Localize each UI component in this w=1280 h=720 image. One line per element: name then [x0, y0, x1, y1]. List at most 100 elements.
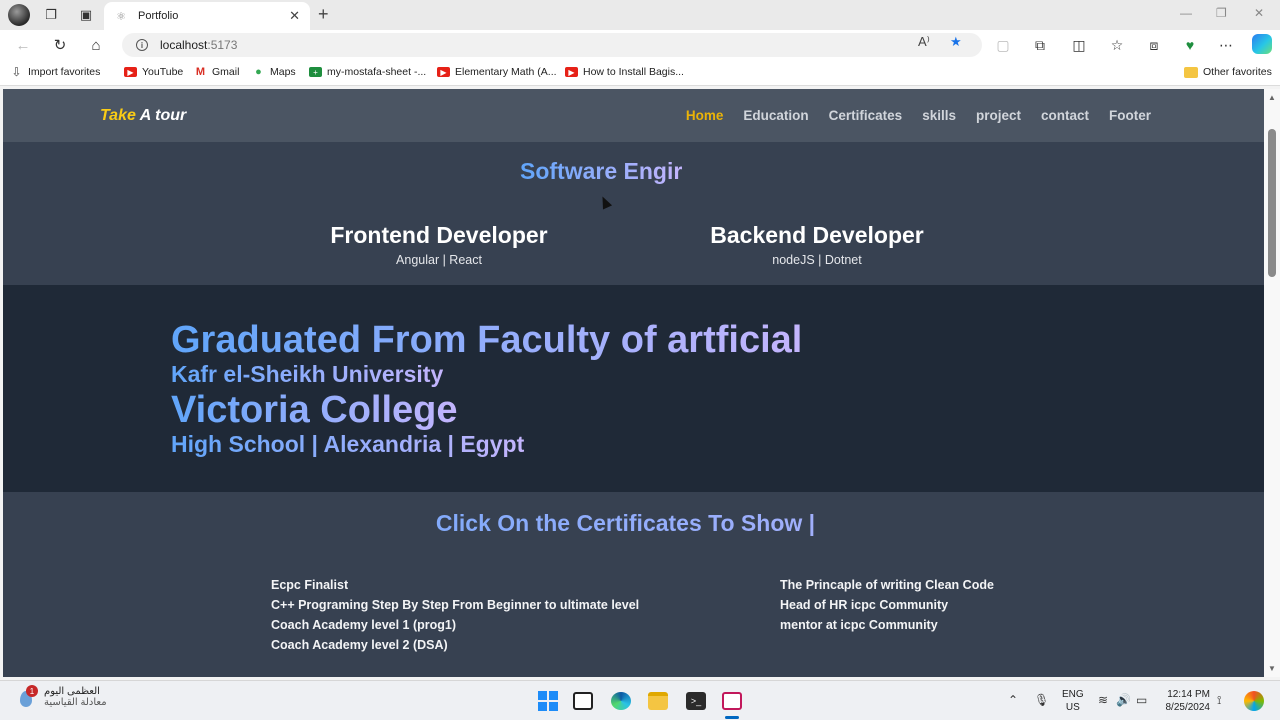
- education-section: Graduated From Faculty of artficial Kafr…: [3, 285, 1264, 492]
- volume-icon[interactable]: 🔊: [1116, 693, 1131, 707]
- active-app-indicator: [725, 716, 739, 719]
- sheets-icon: +: [309, 67, 322, 77]
- taskbar-terminal[interactable]: >_: [684, 689, 708, 713]
- taskbar-file-explorer[interactable]: [646, 689, 670, 713]
- folder-icon: [648, 692, 668, 710]
- scroll-down-icon[interactable]: ▼: [1268, 664, 1276, 673]
- task-view-icon: [573, 692, 593, 710]
- role-title: Frontend Developer: [330, 222, 548, 248]
- start-button[interactable]: [536, 689, 560, 713]
- weather-icon: 1: [16, 685, 38, 709]
- browser-essentials-icon[interactable]: ♥: [1180, 36, 1200, 54]
- vertical-tabs-icon[interactable]: ▣: [75, 5, 97, 25]
- copilot-taskbar-icon[interactable]: [1244, 691, 1264, 711]
- nav-link-contact[interactable]: contact: [1041, 108, 1089, 123]
- address-bar[interactable]: i localhost:5173: [122, 33, 982, 57]
- bookmark-install-bagis[interactable]: ▶ How to Install Bagis...: [565, 66, 684, 78]
- task-view-button[interactable]: [571, 689, 595, 713]
- tab-title: Portfolio: [138, 10, 179, 22]
- nav-link-education[interactable]: Education: [743, 108, 808, 123]
- bookmark-youtube[interactable]: ▶ YouTube: [124, 66, 183, 78]
- taskbar-edge[interactable]: [609, 689, 633, 713]
- refresh-icon[interactable]: ↻: [49, 35, 71, 55]
- workspaces-icon[interactable]: ❐: [40, 5, 62, 25]
- edge-icon: [611, 692, 631, 710]
- back-icon[interactable]: ←: [12, 35, 34, 55]
- certificate-item[interactable]: Ecpc Finalist: [271, 575, 639, 595]
- battery-icon[interactable]: ▭: [1136, 693, 1147, 707]
- copilot-icon[interactable]: [1252, 34, 1272, 54]
- youtube-icon: ▶: [124, 67, 137, 77]
- favorites-icon[interactable]: ☆: [1107, 36, 1127, 54]
- bookmark-import-favorites[interactable]: ⇩ Import favorites: [10, 65, 100, 79]
- restore-icon[interactable]: ❐: [1216, 6, 1227, 20]
- youtube-icon: ▶: [437, 67, 450, 77]
- role-backend: Backend Developer nodeJS | Dotnet: [667, 222, 967, 267]
- nav-link-certificates[interactable]: Certificates: [829, 108, 903, 123]
- site-info-icon[interactable]: i: [136, 39, 148, 51]
- bookmark-gmail[interactable]: M Gmail: [194, 66, 240, 78]
- weather-widget[interactable]: 1 العظمى اليوم معادلة القياسية: [16, 685, 107, 709]
- bookmark-sheet[interactable]: + my-mostafa-sheet -...: [309, 66, 426, 78]
- role-stack: Angular | React: [396, 253, 482, 267]
- split-screen-icon[interactable]: ◫: [1069, 36, 1089, 54]
- maps-icon: ●: [255, 66, 262, 78]
- nav-link-footer[interactable]: Footer: [1109, 108, 1151, 123]
- certificate-item[interactable]: Head of HR icpc Community: [780, 595, 994, 615]
- certificates-section: Click On the Certificates To Show | Ecpc…: [3, 492, 1264, 677]
- certificates-left-column: Ecpc Finalist C++ Programing Step By Ste…: [271, 575, 639, 655]
- more-menu-icon[interactable]: ⋯: [1216, 36, 1236, 54]
- microphone-icon[interactable]: 🎙: [1034, 693, 1049, 707]
- education-faculty: Graduated From Faculty of artficial: [171, 319, 803, 361]
- app-placeholder-icon[interactable]: ▢: [993, 36, 1013, 54]
- role-stack: nodeJS | Dotnet: [772, 253, 862, 267]
- extensions-icon[interactable]: ⧉: [1030, 36, 1050, 54]
- education-college: Victoria College: [171, 389, 458, 431]
- browser-tab[interactable]: ⚛ Portfolio ✕: [104, 2, 310, 30]
- language-indicator[interactable]: ENG US: [1062, 688, 1084, 714]
- read-aloud-icon[interactable]: A⁾: [918, 34, 930, 50]
- hero-section: Software Engir Frontend Developer Angula…: [3, 142, 1264, 285]
- gmail-icon: M: [195, 66, 206, 78]
- system-clock[interactable]: 12:14 PM 8/25/2024: [1158, 688, 1211, 714]
- certificate-item[interactable]: mentor at icpc Community: [780, 615, 994, 635]
- bookmark-other-favorites[interactable]: Other favorites: [1184, 66, 1272, 78]
- site-brand[interactable]: Take A tour: [100, 107, 186, 125]
- role-title: Backend Developer: [710, 222, 924, 248]
- profile-avatar[interactable]: [8, 4, 30, 26]
- home-icon[interactable]: ⌂: [85, 35, 107, 55]
- role-frontend: Frontend Developer Angular | React: [289, 222, 589, 267]
- collections-icon[interactable]: ⧈: [1144, 36, 1164, 54]
- minimize-icon[interactable]: —: [1180, 6, 1192, 20]
- taskbar-snipping-tool[interactable]: [720, 689, 744, 713]
- close-window-icon[interactable]: ✕: [1254, 6, 1264, 20]
- scrollbar-thumb[interactable]: [1268, 129, 1276, 277]
- windows-taskbar: 1 العظمى اليوم معادلة القياسية >_ ⌃ 🎙 EN…: [0, 680, 1280, 720]
- scroll-up-icon[interactable]: ▲: [1268, 93, 1276, 102]
- weather-line2: معادلة القياسية: [44, 697, 107, 708]
- certificate-item[interactable]: C++ Programing Step By Step From Beginne…: [271, 595, 639, 615]
- nav-link-project[interactable]: project: [976, 108, 1021, 123]
- education-school: High School | Alexandria | Egypt: [171, 431, 525, 457]
- bookmark-maps[interactable]: ● Maps: [252, 66, 296, 78]
- notifications-icon[interactable]: ⟟: [1217, 693, 1221, 708]
- page-scrollbar[interactable]: ▲ ▼: [1264, 89, 1280, 677]
- typing-headline: Software Engir: [520, 158, 683, 184]
- nav-link-skills[interactable]: skills: [922, 108, 956, 123]
- bookmark-elementary-math[interactable]: ▶ Elementary Math (A...: [437, 66, 557, 78]
- wifi-icon[interactable]: ≋: [1098, 693, 1108, 707]
- new-tab-icon[interactable]: +: [318, 4, 329, 25]
- certificate-item[interactable]: Coach Academy level 2 (DSA): [271, 635, 639, 655]
- certificate-item[interactable]: The Princaple of writing Clean Code: [780, 575, 994, 595]
- snipping-tool-icon: [722, 692, 742, 710]
- tab-favicon-icon: ⚛: [116, 10, 126, 23]
- site-navbar: Take A tour Home Education Certificates …: [3, 89, 1264, 142]
- nav-link-home[interactable]: Home: [686, 108, 724, 123]
- import-icon: ⇩: [11, 65, 22, 79]
- favorite-star-icon[interactable]: ★: [950, 34, 962, 50]
- tray-overflow-icon[interactable]: ⌃: [1008, 693, 1018, 707]
- certificate-item[interactable]: Coach Academy level 1 (prog1): [271, 615, 639, 635]
- windows-logo-icon: [538, 691, 558, 711]
- page-viewport: Take A tour Home Education Certificates …: [3, 89, 1264, 677]
- tab-close-icon[interactable]: ✕: [289, 8, 300, 24]
